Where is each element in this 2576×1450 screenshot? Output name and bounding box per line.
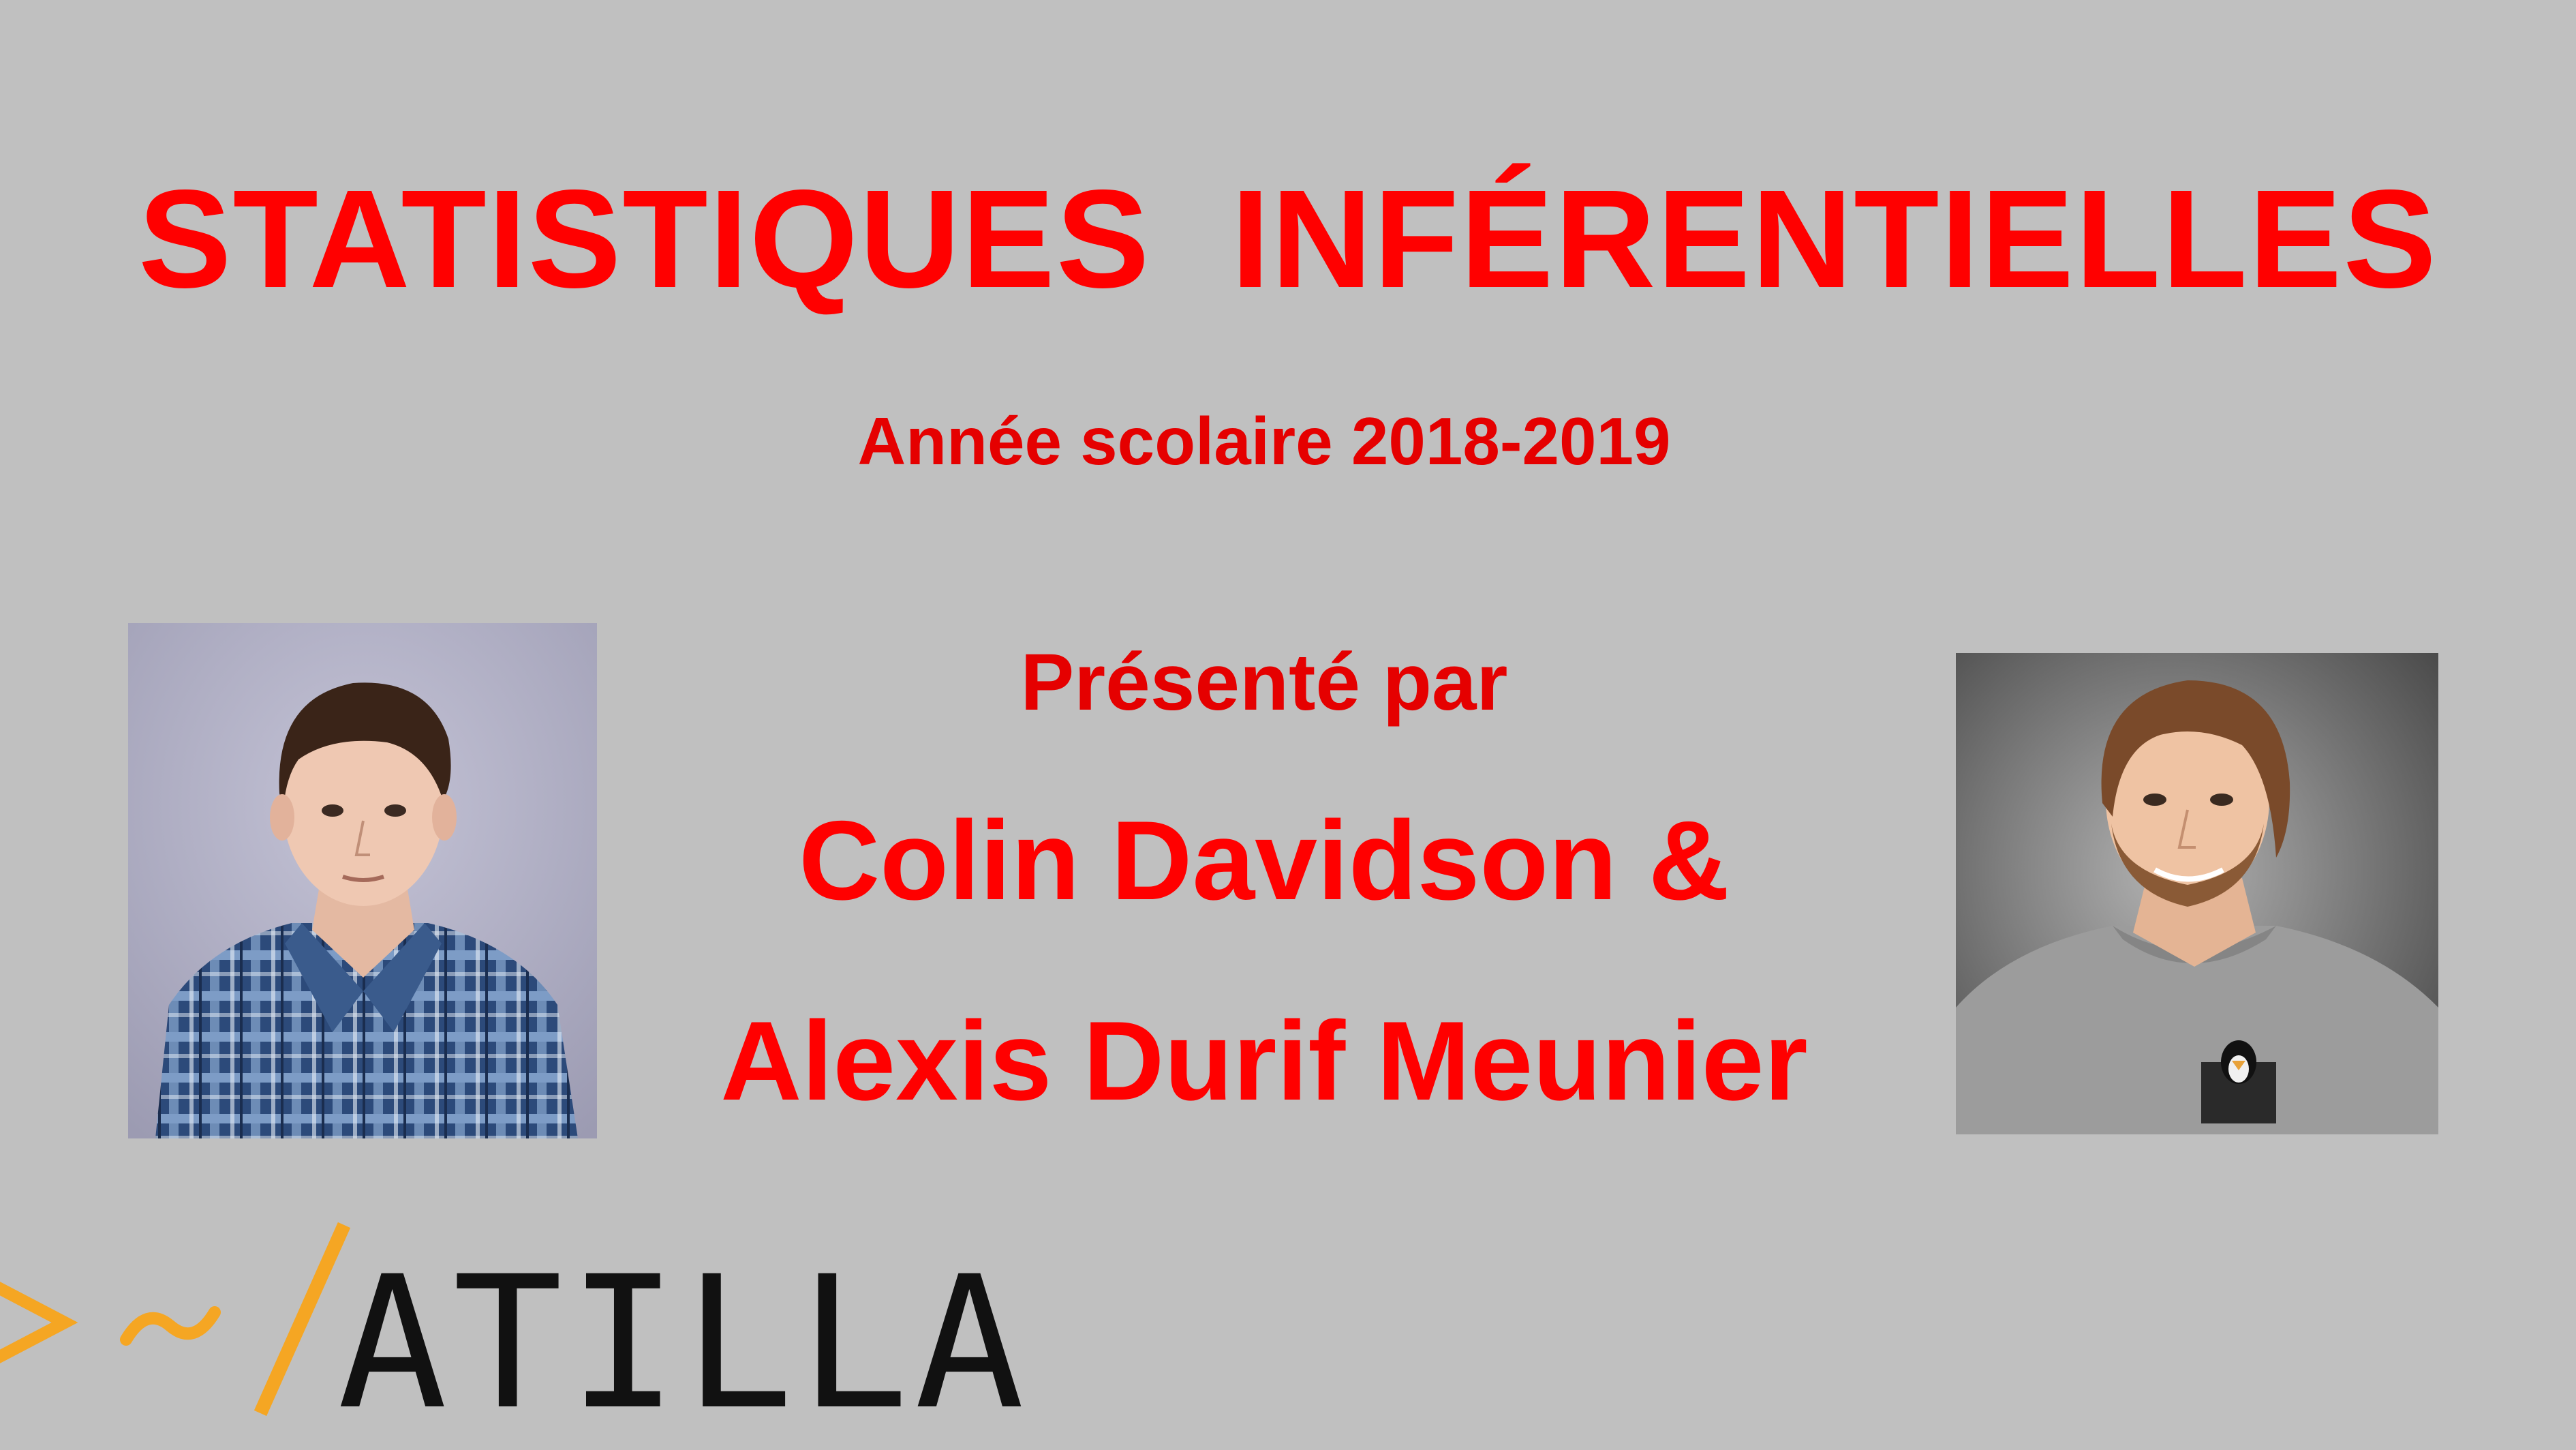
school-year-subtitle: Année scolaire 2018-2019 bbox=[857, 404, 1671, 479]
slide-title: STATISTIQUES INFÉRENTIELLES bbox=[138, 161, 2438, 317]
left-portrait-photo bbox=[128, 623, 597, 1138]
atilla-logo-text: ATILLA bbox=[337, 1237, 1030, 1450]
right-portrait-photo bbox=[1956, 653, 2438, 1134]
prompt-symbol-icon bbox=[0, 1222, 351, 1417]
atilla-logo: ATILLA bbox=[0, 1210, 1024, 1435]
